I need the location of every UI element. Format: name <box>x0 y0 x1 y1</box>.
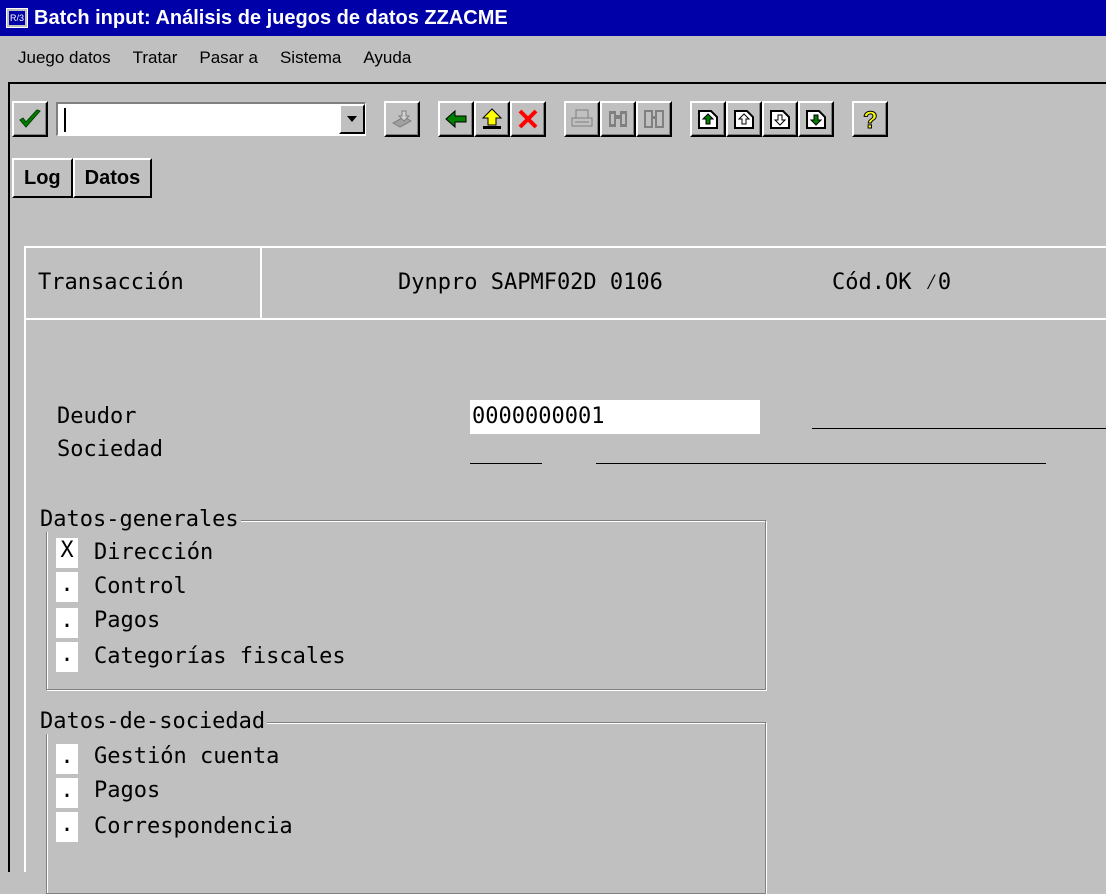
checkbox-direccion[interactable]: X <box>56 538 78 568</box>
sap-system-icon[interactable]: R/3 <box>6 8 28 28</box>
enter-button[interactable] <box>12 101 48 137</box>
sociedad-name-field[interactable] <box>596 463 1046 464</box>
save-button[interactable] <box>384 101 420 137</box>
checkbox-correspondencia[interactable]: . <box>56 812 78 842</box>
cancel-icon <box>518 109 538 129</box>
previous-page-icon <box>734 110 754 129</box>
menu-pasar-a[interactable]: Pasar a <box>199 48 258 68</box>
last-page-button[interactable] <box>798 101 834 137</box>
direccion-label: Dirección <box>94 540 214 565</box>
frame-top-border <box>8 82 1106 84</box>
transaction-header: Transacción Dynpro SAPMF02D 0106 Cód.OK … <box>26 248 1106 320</box>
text-cursor <box>64 108 66 132</box>
deudor-name-field[interactable] <box>812 428 1106 429</box>
sociedad-input[interactable] <box>470 463 542 464</box>
svg-text:?: ? <box>863 107 878 131</box>
transaction-cell: Transacción <box>26 248 262 318</box>
deudor-label: Deudor <box>57 404 137 429</box>
print-icon <box>571 109 593 127</box>
datos-generales-title: Datos-generales <box>40 507 241 532</box>
exit-button[interactable] <box>474 101 510 137</box>
deudor-value: 0000000001 <box>472 404 605 429</box>
last-page-icon <box>806 110 826 129</box>
categorias-fiscales-label: Categorías fiscales <box>94 644 346 669</box>
title-bar: R/3 Batch input: Análisis de juegos de d… <box>0 0 1106 36</box>
gestion-cuenta-label: Gestión cuenta <box>94 744 280 769</box>
checkbox-control[interactable]: . <box>56 572 78 602</box>
dropdown-arrow-icon <box>347 116 357 122</box>
help-icon: ? <box>863 107 879 131</box>
cancel-button[interactable] <box>510 101 546 137</box>
checkbox-gestion-cuenta[interactable]: . <box>56 744 78 774</box>
command-field[interactable] <box>56 102 366 136</box>
checkbox-pagos-sociedad[interactable]: . <box>56 778 78 808</box>
correspondencia-label: Correspondencia <box>94 814 293 839</box>
svg-text:R/3: R/3 <box>10 13 24 23</box>
find-icon <box>609 111 627 127</box>
menu-sistema[interactable]: Sistema <box>280 48 341 68</box>
standard-toolbar: ? <box>12 92 888 146</box>
checkbox-categorias-fiscales[interactable]: . <box>56 642 78 672</box>
window-title: Batch input: Análisis de juegos de datos… <box>34 6 508 29</box>
menu-tratar[interactable]: Tratar <box>133 48 178 68</box>
sociedad-label: Sociedad <box>57 437 163 462</box>
codok-label: Cód.OK ⁄0 <box>832 270 952 295</box>
dynpro-label: Dynpro SAPMF02D 0106 <box>398 270 663 295</box>
save-icon <box>391 110 413 128</box>
check-icon <box>19 109 41 128</box>
menu-ayuda[interactable]: Ayuda <box>363 48 411 68</box>
datos-button[interactable]: Datos <box>72 158 153 198</box>
application-toolbar: Log Datos <box>12 158 153 198</box>
previous-page-button[interactable] <box>726 101 762 137</box>
frame-left-border <box>8 82 10 872</box>
transaccion-label: Transacción <box>38 270 184 295</box>
menu-juego-datos[interactable]: Juego datos <box>18 48 111 68</box>
log-button[interactable]: Log <box>12 158 73 198</box>
back-icon <box>445 109 467 129</box>
first-page-icon <box>698 110 718 129</box>
find-next-icon <box>644 110 664 128</box>
print-button[interactable] <box>564 101 600 137</box>
next-page-button[interactable] <box>762 101 798 137</box>
menu-bar: Juego datos Tratar Pasar a Sistema Ayuda <box>0 36 1106 80</box>
exit-icon <box>481 108 503 129</box>
deudor-input[interactable]: 0000000001 <box>470 400 760 434</box>
checkbox-pagos-generales[interactable]: . <box>56 608 78 638</box>
command-dropdown-button[interactable] <box>339 104 365 134</box>
back-button[interactable] <box>438 101 474 137</box>
pagos-generales-label: Pagos <box>94 608 161 633</box>
next-page-icon <box>770 110 790 129</box>
pagos-sociedad-label: Pagos <box>94 778 161 803</box>
help-button[interactable]: ? <box>852 101 888 137</box>
first-page-button[interactable] <box>690 101 726 137</box>
datos-de-sociedad-title: Datos-de-sociedad <box>40 709 268 734</box>
find-next-button[interactable] <box>636 101 672 137</box>
find-button[interactable] <box>600 101 636 137</box>
control-label: Control <box>94 574 187 599</box>
